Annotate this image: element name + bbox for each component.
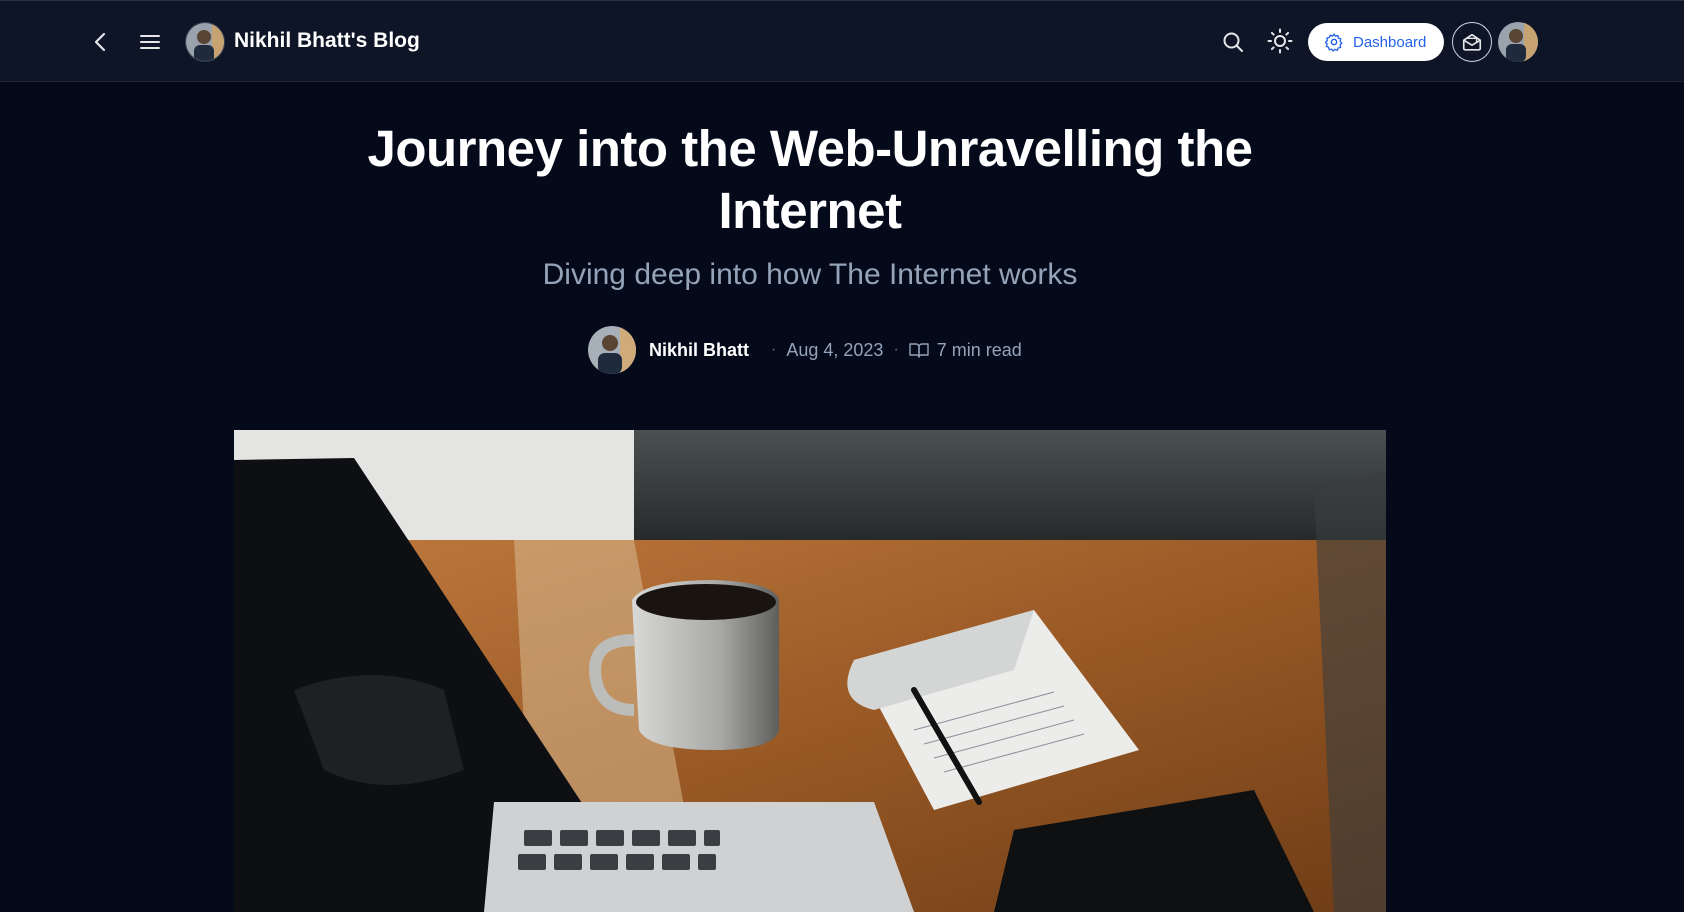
dashboard-button[interactable]: Dashboard — [1308, 23, 1444, 61]
search-button[interactable] — [1219, 25, 1247, 59]
publish-date: Aug 4, 2023 — [786, 339, 884, 360]
theme-toggle-button[interactable] — [1265, 23, 1295, 59]
menu-button[interactable] — [136, 25, 164, 59]
blog-avatar[interactable] — [185, 22, 225, 62]
post-title: Journey into the Web-Unravelling the Int… — [367, 120, 1253, 239]
hamburger-icon — [140, 35, 160, 49]
meta-separator: · — [771, 341, 777, 358]
post-subtitle: Diving deep into how The Internet works — [542, 258, 1078, 291]
chevron-left-icon — [94, 32, 106, 52]
gear-icon — [1324, 33, 1343, 52]
read-time: 7 min read — [909, 340, 1022, 361]
cover-image — [234, 430, 1386, 912]
sun-icon — [1267, 28, 1293, 54]
post-meta: Nikhil Bhatt · Aug 4, 2023 · 7 min read — [588, 325, 1022, 375]
mail-icon — [1462, 33, 1482, 51]
meta-separator: · — [893, 341, 899, 358]
author-avatar[interactable] — [588, 326, 636, 374]
top-navigation-bar: Nikhil Bhatt's Blog Dashboard — [0, 0, 1684, 82]
author-name[interactable]: Nikhil Bhatt — [649, 340, 749, 361]
dashboard-label: Dashboard — [1353, 33, 1427, 51]
user-avatar[interactable] — [1498, 22, 1538, 62]
book-open-icon — [909, 343, 929, 358]
newsletter-button[interactable] — [1452, 22, 1492, 62]
back-button[interactable] — [86, 25, 114, 59]
blog-title[interactable]: Nikhil Bhatt's Blog — [234, 29, 420, 53]
search-icon — [1223, 32, 1243, 52]
read-time-label: 7 min read — [936, 339, 1022, 360]
